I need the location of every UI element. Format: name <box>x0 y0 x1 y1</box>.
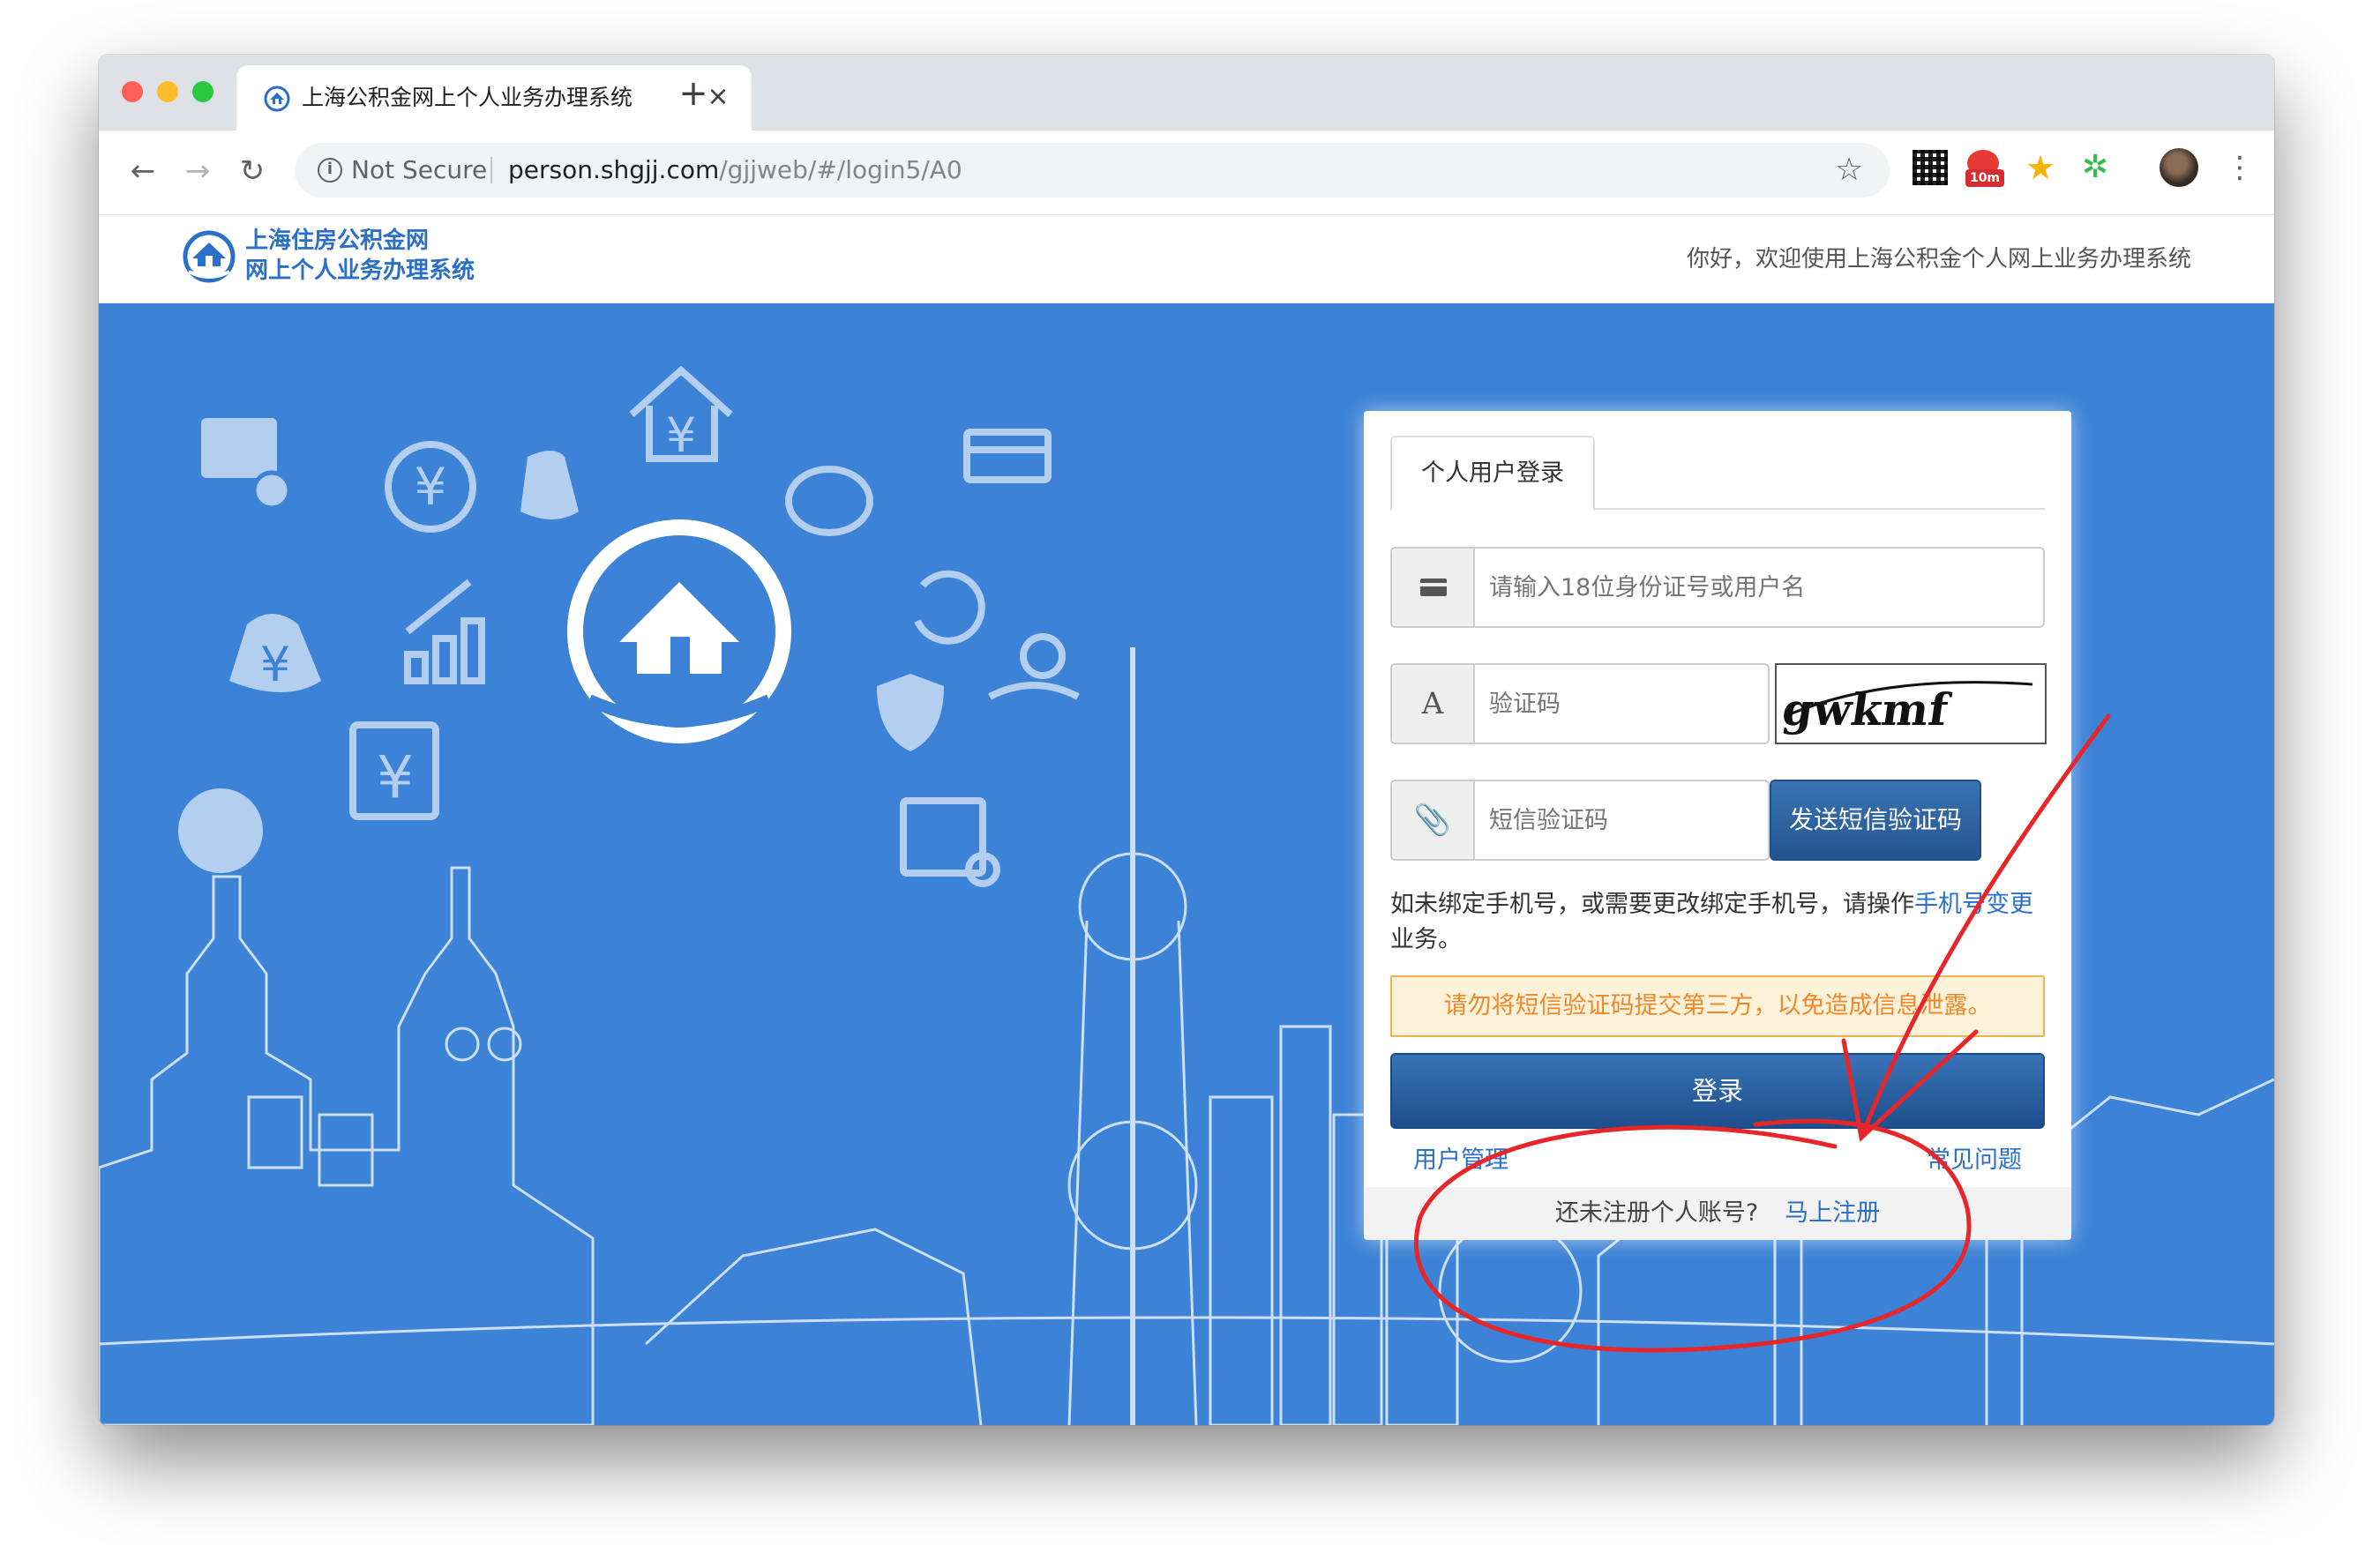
svg-text:¥: ¥ <box>377 743 414 811</box>
tab-title: 上海公积金网上个人业务办理系统 <box>302 85 633 110</box>
send-sms-button[interactable]: 发送短信验证码 <box>1770 780 1981 861</box>
tomato-timer-icon[interactable]: 10m <box>1965 150 2004 187</box>
extension-badge: 10m <box>1965 169 2004 187</box>
url-text[interactable]: person.shgjj.com/gjjweb/#/login5/A0 <box>508 155 962 185</box>
close-window-button[interactable] <box>122 81 143 102</box>
hint-suffix: 业务。 <box>1390 926 1462 953</box>
hint-prefix: 如未绑定手机号，或需要更改绑定手机号，请操作 <box>1390 891 1914 918</box>
captcha-letter-icon: A <box>1392 665 1475 743</box>
browser-toolbar: ← → ↻ i Not Secure person.shgjj.com/gjjw… <box>99 131 2274 215</box>
login-tabs: 个人用户登录 <box>1390 436 2045 511</box>
svg-text:¥: ¥ <box>666 407 696 463</box>
sms-warning: 请勿将短信验证码提交第三方，以免造成信息泄露。 <box>1390 975 2045 1037</box>
sms-field[interactable]: 📎 <box>1390 780 1770 861</box>
register-link[interactable]: 马上注册 <box>1785 1199 1880 1227</box>
register-bar: 还未注册个人账号? 马上注册 <box>1364 1187 2071 1240</box>
back-icon[interactable]: ← <box>124 152 162 190</box>
svg-text:¥: ¥ <box>260 637 290 692</box>
new-tab-button[interactable]: + <box>676 76 711 111</box>
login-panel: 个人用户登录 A gwkmf 📎 <box>1364 411 2071 1240</box>
site-header: 上海住房公积金网 网上个人业务办理系统 你好，欢迎使用上海公积金个人网上业务办理… <box>99 215 2274 303</box>
register-prompt: 还未注册个人账号? <box>1554 1199 1759 1227</box>
site-favicon-icon <box>264 86 290 112</box>
browser-window: 上海公积金网上个人业务办理系统 × + ← → ↻ i Not Secure p… <box>99 55 2274 1425</box>
tab-personal-login[interactable]: 个人用户登录 <box>1390 436 1595 511</box>
id-input[interactable] <box>1489 549 2018 626</box>
browser-tab[interactable]: 上海公积金网上个人业务办理系统 × <box>236 65 752 131</box>
svg-text:¥: ¥ <box>415 457 447 517</box>
info-icon[interactable]: i <box>318 158 342 183</box>
bookmark-star-icon[interactable]: ☆ <box>1835 153 1863 187</box>
login-button[interactable]: 登录 <box>1390 1053 2045 1129</box>
menu-icon[interactable]: ⋮ <box>2225 148 2255 187</box>
user-management-link[interactable]: 用户管理 <box>1413 1143 1508 1178</box>
change-phone-link[interactable]: 手机号变更 <box>1914 891 2033 918</box>
green-extension-icon[interactable]: ✲ <box>2082 150 2117 185</box>
omnibox-divider <box>490 157 492 183</box>
url-host: person.shgjj.com <box>508 155 720 184</box>
id-field[interactable] <box>1390 547 2045 628</box>
security-label: Not Secure <box>351 155 488 184</box>
id-card-icon <box>1392 549 1475 626</box>
address-bar[interactable]: i Not Secure person.shgjj.com/gjjweb/#/l… <box>295 143 1890 198</box>
web-page: 上海住房公积金网 网上个人业务办理系统 你好，欢迎使用上海公积金个人网上业务办理… <box>99 215 2274 1425</box>
phone-binding-hint: 如未绑定手机号，或需要更改绑定手机号，请操作手机号变更业务。 <box>1390 887 2045 958</box>
forward-icon[interactable]: → <box>178 152 217 190</box>
minimize-window-button[interactable] <box>157 81 178 102</box>
reload-icon[interactable]: ↻ <box>233 152 272 190</box>
faq-link[interactable]: 常见问题 <box>1927 1143 2022 1178</box>
site-logo-icon <box>183 230 236 283</box>
sms-input[interactable] <box>1489 781 1754 859</box>
captcha-image[interactable]: gwkmf <box>1775 663 2047 744</box>
site-name-line2: 网上个人业务办理系统 <box>245 258 475 284</box>
paperclip-icon: 📎 <box>1392 781 1475 859</box>
url-path: /gjjweb/#/login5/A0 <box>719 155 962 184</box>
site-name-line1: 上海住房公积金网 <box>245 228 430 254</box>
captcha-field[interactable]: A <box>1390 663 1770 744</box>
favorite-star-icon[interactable]: ★ <box>2025 150 2061 185</box>
site-name: 上海住房公积金网 网上个人业务办理系统 <box>245 226 475 286</box>
tab-bar: 上海公积金网上个人业务办理系统 × + <box>99 55 2274 131</box>
profile-avatar[interactable] <box>2160 148 2198 187</box>
captcha-input[interactable] <box>1489 665 1754 743</box>
qr-code-icon[interactable] <box>1913 150 1948 185</box>
welcome-text: 你好，欢迎使用上海公积金个人网上业务办理系统 <box>1686 246 2191 273</box>
maximize-window-button[interactable] <box>192 81 213 102</box>
